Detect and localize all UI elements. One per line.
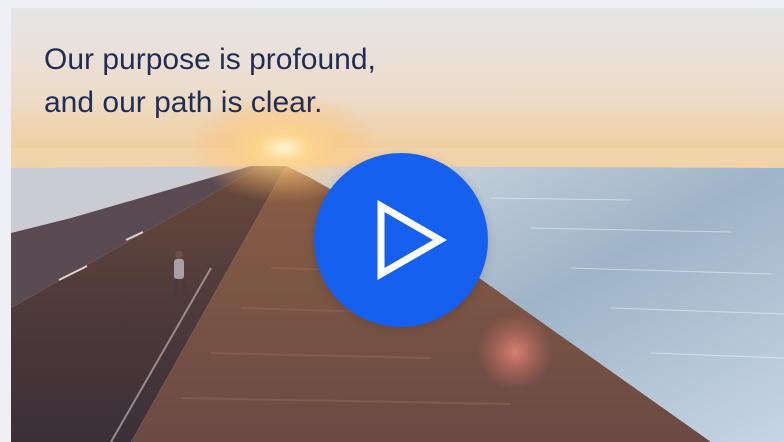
play-icon: [377, 199, 448, 281]
video-headline: Our purpose is profound, and our path is…: [44, 38, 376, 124]
play-button[interactable]: [314, 153, 488, 327]
video-player[interactable]: Our purpose is profound, and our path is…: [11, 8, 784, 442]
headline-line-2: and our path is clear.: [44, 86, 323, 119]
headline-line-1: Our purpose is profound,: [44, 43, 376, 76]
